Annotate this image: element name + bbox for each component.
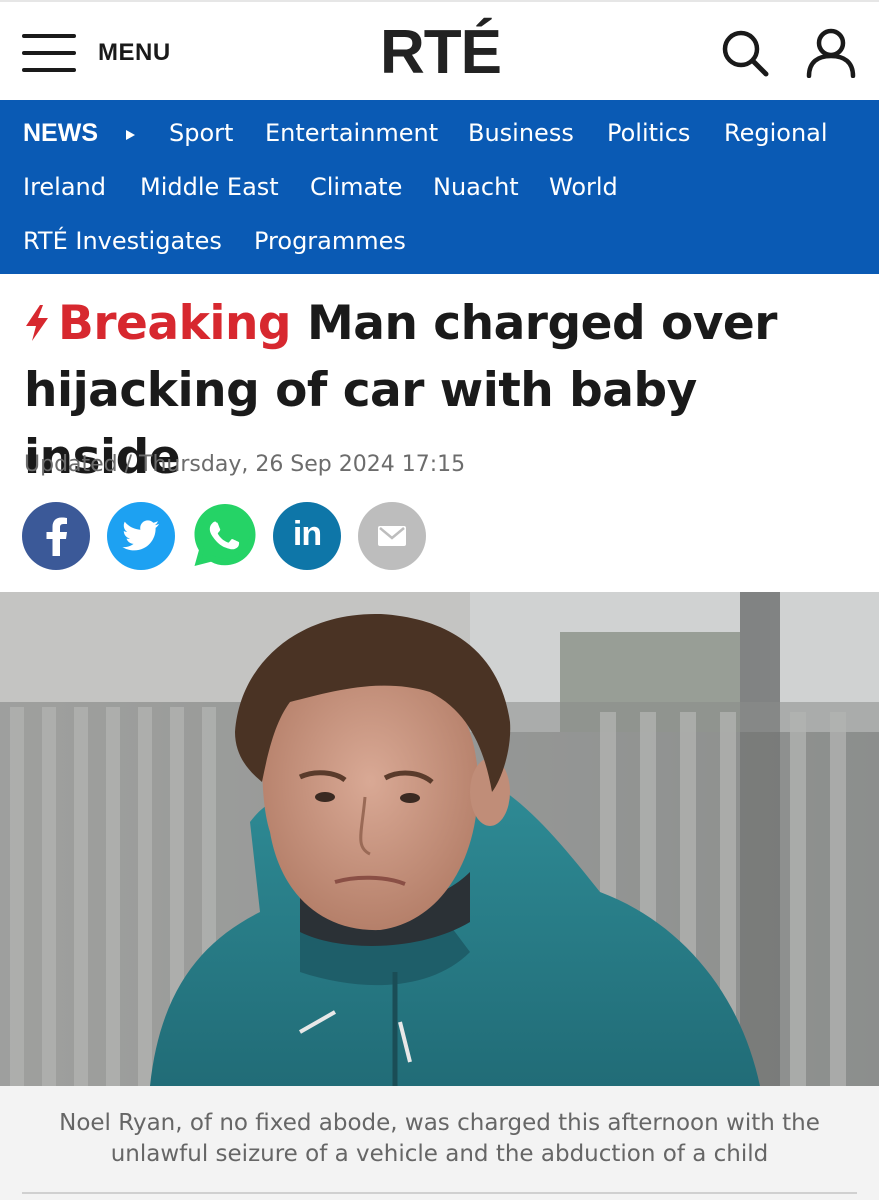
twitter-icon bbox=[122, 520, 159, 551]
news-nav: NEWS Sport Entertainment Business Politi… bbox=[0, 100, 879, 274]
linkedin-share-button[interactable]: in bbox=[273, 502, 341, 570]
headline-line-1: Man charged over bbox=[306, 296, 778, 351]
nav-arrow-icon bbox=[126, 130, 135, 140]
linkedin-icon: in bbox=[292, 515, 322, 553]
email-share-button[interactable] bbox=[358, 502, 426, 570]
nav-item-entertainment[interactable]: Entertainment bbox=[265, 118, 438, 148]
menu-label: MENU bbox=[98, 39, 171, 66]
menu-button[interactable]: MENU bbox=[22, 30, 171, 76]
caption-line-2: unlawful seizure of a vehicle and the ab… bbox=[110, 1141, 769, 1167]
facebook-share-button[interactable] bbox=[22, 502, 90, 570]
nav-item-nuacht[interactable]: Nuacht bbox=[433, 172, 519, 202]
whatsapp-share-button[interactable] bbox=[190, 500, 260, 570]
article-photo bbox=[0, 592, 879, 1086]
breaking-bolt-icon bbox=[26, 305, 48, 341]
search-icon[interactable] bbox=[720, 28, 770, 78]
nav-item-politics[interactable]: Politics bbox=[607, 118, 690, 148]
nav-item-world[interactable]: World bbox=[549, 172, 618, 202]
twitter-share-button[interactable] bbox=[107, 502, 175, 570]
nav-item-rte-investigates[interactable]: RTÉ Investigates bbox=[23, 226, 222, 256]
caption-line-1: Noel Ryan, of no fixed abode, was charge… bbox=[59, 1110, 820, 1136]
updated-timestamp: Updated / Thursday, 26 Sep 2024 17:15 bbox=[24, 452, 466, 477]
nav-item-sport[interactable]: Sport bbox=[169, 118, 233, 148]
divider bbox=[22, 1192, 857, 1194]
top-bar: MENU RTÉ bbox=[0, 0, 879, 100]
nav-item-ireland[interactable]: Ireland bbox=[23, 172, 106, 202]
nav-item-regional[interactable]: Regional bbox=[724, 118, 828, 148]
nav-news[interactable]: NEWS bbox=[23, 118, 98, 148]
facebook-icon bbox=[46, 517, 67, 556]
nav-item-business[interactable]: Business bbox=[468, 118, 574, 148]
whatsapp-icon bbox=[194, 504, 256, 566]
nav-item-middle-east[interactable]: Middle East bbox=[140, 172, 279, 202]
photo-caption: Noel Ryan, of no fixed abode, was charge… bbox=[30, 1108, 849, 1170]
nav-item-programmes[interactable]: Programmes bbox=[254, 226, 406, 256]
hamburger-icon bbox=[22, 31, 76, 75]
breaking-label: Breaking bbox=[58, 296, 292, 351]
photo-caption-area: Noel Ryan, of no fixed abode, was charge… bbox=[0, 1086, 879, 1200]
email-icon bbox=[378, 526, 406, 546]
rte-logo[interactable]: RTÉ bbox=[380, 18, 502, 88]
nav-item-climate[interactable]: Climate bbox=[310, 172, 402, 202]
user-icon[interactable] bbox=[805, 28, 857, 78]
